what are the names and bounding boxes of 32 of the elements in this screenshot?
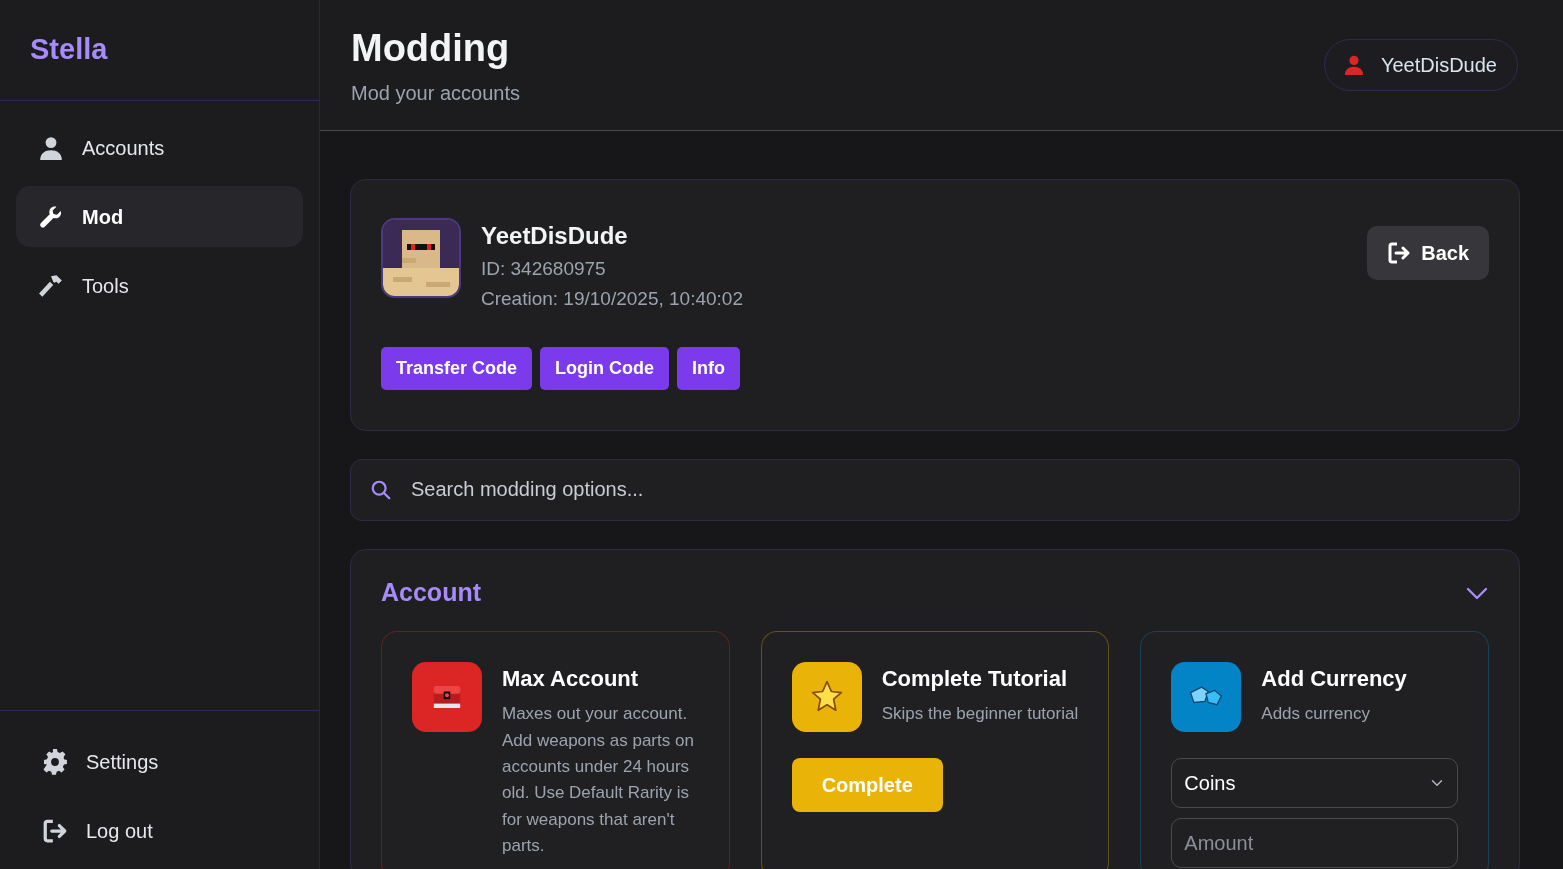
page-subtitle: Mod your accounts [351, 80, 520, 106]
card-title: Max Account [502, 665, 640, 694]
nav-item[interactable]: Tools [16, 255, 303, 316]
creation-date: Creation: 19/10/2025, 10:40:02 [481, 287, 743, 312]
brand-logo: Stella [30, 32, 108, 68]
action-button[interactable]: Transfer Code [381, 346, 533, 390]
logout-icon [1387, 241, 1412, 265]
currency-select[interactable]: Coins [1171, 758, 1458, 809]
logout-icon [42, 817, 68, 844]
nav-item[interactable]: Log out [20, 800, 299, 861]
search-field[interactable]: Search modding options... [350, 458, 1520, 521]
action-button[interactable]: Login Code [540, 346, 670, 390]
nav-item[interactable]: Settings [20, 731, 299, 792]
account-name: YeetDisDude [481, 221, 629, 251]
section-title: Account [381, 576, 481, 608]
nav-item[interactable]: Accounts [16, 117, 303, 178]
amount-field[interactable]: Amount [1171, 818, 1458, 869]
user-chip[interactable]: YeetDisDude [1324, 39, 1518, 91]
person-icon [1343, 54, 1365, 76]
back-button[interactable]: Back [1367, 226, 1489, 280]
person-icon [38, 134, 64, 161]
hammer-icon [38, 272, 64, 299]
card-title: Complete Tutorial [881, 665, 1069, 694]
account-id: ID: 342680975 [481, 257, 607, 281]
page-title: Modding [351, 28, 511, 70]
card-description: Adds currency [1261, 703, 1371, 726]
card-description: Skips the beginner tutorial [881, 703, 1079, 726]
card-title: Add Currency [1261, 665, 1407, 694]
nav-item[interactable]: Mod [16, 186, 303, 247]
card-description: Maxes out your account. Add weapons as parts on accounts under 24 hours old. Use Default Rarity is for weapons that aren't parts. [502, 703, 695, 857]
gear-icon [42, 748, 68, 775]
action-button[interactable]: Info [677, 346, 741, 390]
